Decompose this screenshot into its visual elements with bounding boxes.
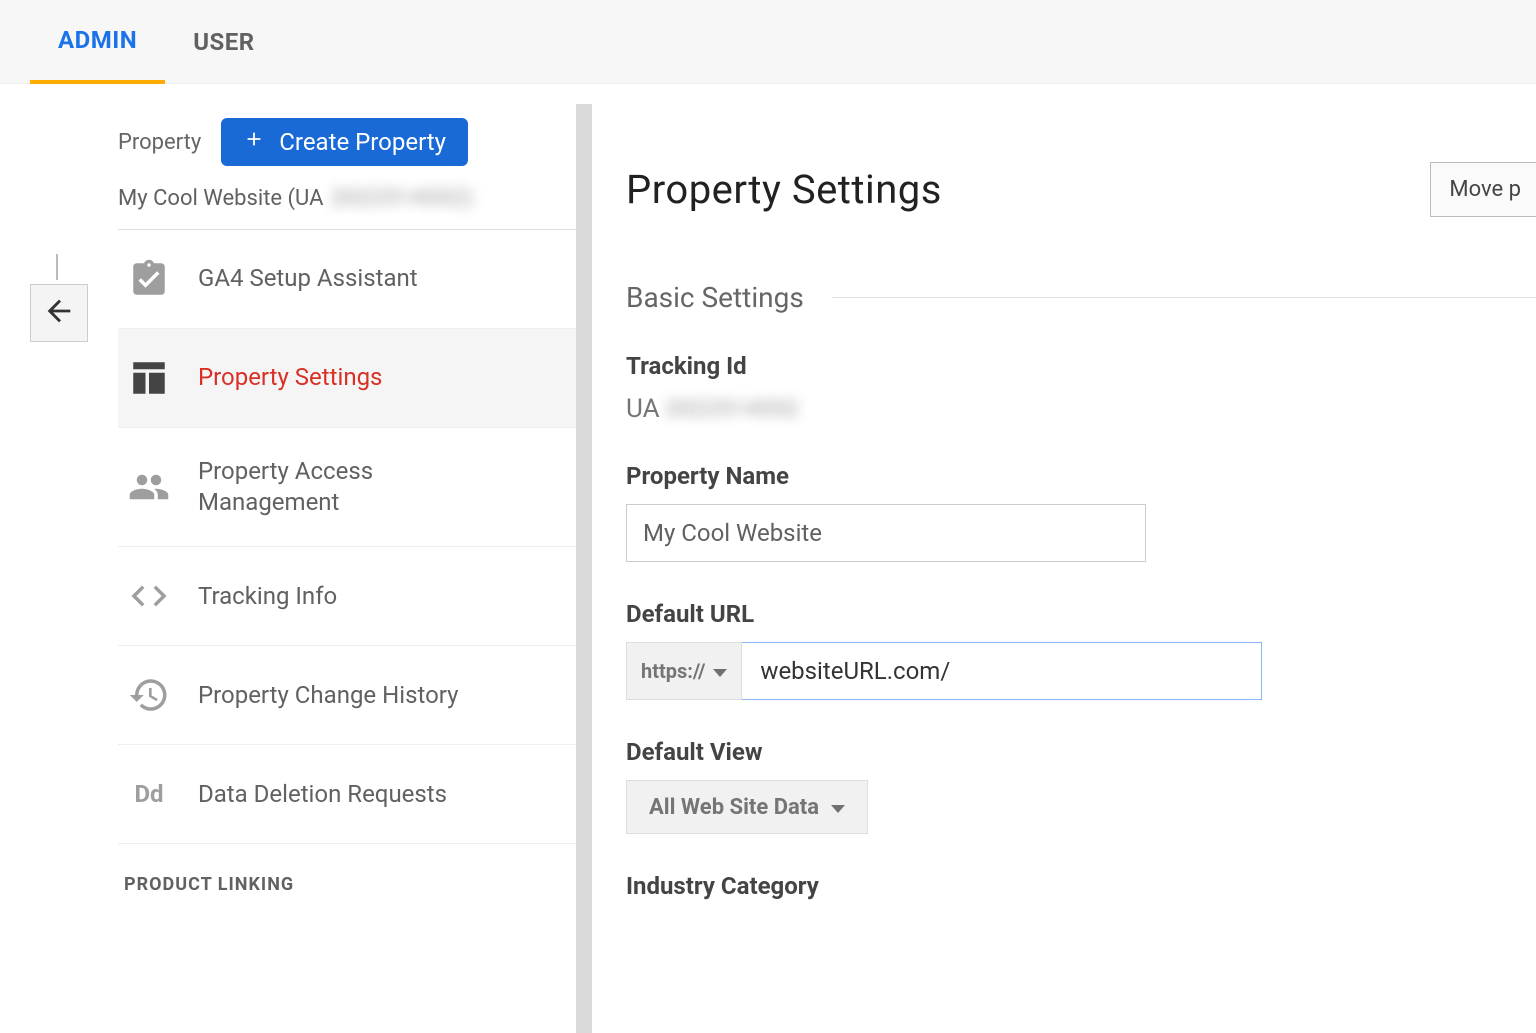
- property-label: Property: [118, 130, 201, 155]
- people-icon: [128, 466, 170, 508]
- tab-admin[interactable]: ADMIN: [30, 0, 165, 84]
- horizontal-rule: [832, 297, 1536, 298]
- obscured-tracking-id: 2022514552: [666, 397, 800, 422]
- sidebar-item-change-history[interactable]: Property Change History: [118, 646, 576, 745]
- main-panel: Property Settings Move p Basic Settings …: [592, 84, 1536, 1033]
- property-name-input[interactable]: [626, 504, 1146, 562]
- product-linking-heading: PRODUCT LINKING: [118, 844, 576, 895]
- sidebar-item-property-settings[interactable]: Property Settings: [118, 329, 576, 428]
- code-icon: [128, 575, 170, 617]
- sidebar-item-label: GA4 Setup Assistant: [198, 263, 418, 294]
- back-button[interactable]: [30, 284, 88, 342]
- tracking-id-field: Tracking Id UA 2022514552: [626, 352, 1536, 424]
- basic-settings-header: Basic Settings: [626, 281, 1536, 314]
- tab-user[interactable]: USER: [165, 0, 282, 83]
- sidebar: Property Create Property My Cool Website…: [118, 84, 576, 1033]
- main-header: Property Settings Move p: [626, 162, 1536, 217]
- back-column: [0, 84, 118, 1033]
- clipboard-check-icon: [128, 258, 170, 300]
- top-tabs: ADMIN USER: [0, 0, 1536, 84]
- tracking-id-value: UA 2022514552: [626, 394, 1536, 424]
- move-property-button[interactable]: Move p: [1430, 162, 1536, 217]
- current-property-name: My Cool Website (UA: [118, 186, 323, 211]
- default-view-field: Default View All Web Site Data: [626, 738, 1536, 834]
- chevron-down-icon: [831, 805, 845, 813]
- protocol-value: https://: [641, 659, 705, 683]
- dd-icon: Dd: [128, 773, 170, 815]
- sidebar-item-ga4[interactable]: GA4 Setup Assistant: [118, 230, 576, 329]
- protocol-select[interactable]: https://: [626, 642, 742, 700]
- column-divider: [576, 104, 592, 1033]
- vertical-bar: [56, 254, 58, 280]
- arrow-left-icon: [42, 294, 76, 332]
- sidebar-item-tracking-info[interactable]: Tracking Info: [118, 547, 576, 646]
- obscured-ua-id: 2022514552): [331, 186, 473, 211]
- default-view-label: Default View: [626, 738, 1536, 766]
- default-url-input[interactable]: [742, 642, 1262, 700]
- sidebar-item-label: Property Change History: [198, 680, 458, 711]
- default-url-label: Default URL: [626, 600, 1536, 628]
- create-property-button[interactable]: Create Property: [221, 118, 468, 166]
- sidebar-item-access-management[interactable]: Property Access Management: [118, 428, 576, 547]
- property-name-field: Property Name: [626, 462, 1536, 562]
- page-title: Property Settings: [626, 166, 942, 213]
- workspace: Property Create Property My Cool Website…: [0, 84, 1536, 1033]
- sidebar-item-label: Property Settings: [198, 362, 382, 393]
- sidebar-item-label: Property Access Management: [198, 456, 518, 518]
- current-property-row[interactable]: My Cool Website (UA 2022514552): [118, 186, 576, 230]
- default-url-field: Default URL https://: [626, 600, 1536, 700]
- sidebar-item-data-deletion[interactable]: Dd Data Deletion Requests: [118, 745, 576, 844]
- tracking-id-label: Tracking Id: [626, 352, 1536, 380]
- plus-icon: [243, 128, 265, 156]
- sidebar-item-label: Tracking Info: [198, 581, 337, 612]
- default-view-select[interactable]: All Web Site Data: [626, 780, 868, 834]
- url-row: https://: [626, 642, 1536, 700]
- property-header: Property Create Property: [118, 118, 576, 186]
- create-property-label: Create Property: [279, 128, 446, 156]
- industry-category-label: Industry Category: [626, 872, 1536, 900]
- chevron-down-icon: [713, 669, 727, 677]
- basic-settings-label: Basic Settings: [626, 281, 804, 314]
- history-icon: [128, 674, 170, 716]
- layout-icon: [128, 357, 170, 399]
- default-view-value: All Web Site Data: [649, 795, 819, 820]
- sidebar-item-label: Data Deletion Requests: [198, 779, 447, 810]
- industry-category-field: Industry Category: [626, 872, 1536, 900]
- property-name-label: Property Name: [626, 462, 1536, 490]
